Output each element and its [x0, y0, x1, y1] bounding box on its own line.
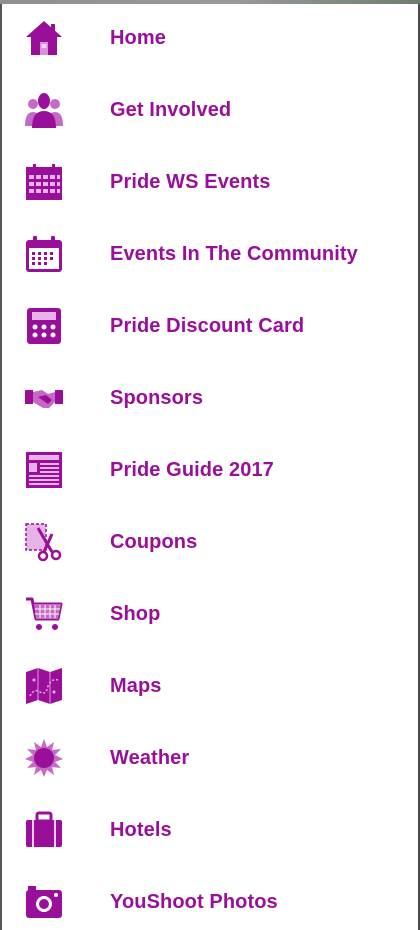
menu-item-label: Hotels: [110, 818, 172, 841]
menu-item-coupons[interactable]: Coupons: [2, 506, 418, 578]
menu-item-youshoot-photos[interactable]: YouShoot Photos: [2, 866, 418, 930]
home-icon: [24, 18, 64, 58]
main-menu: Home Get Involved Pride WS Events Events…: [2, 2, 418, 930]
menu-item-pride-ws-events[interactable]: Pride WS Events: [2, 146, 418, 218]
menu-item-get-involved[interactable]: Get Involved: [2, 74, 418, 146]
newspaper-icon: [24, 450, 64, 490]
menu-item-label: Maps: [110, 674, 162, 697]
menu-item-label: Pride Guide 2017: [110, 458, 274, 481]
people-icon: [24, 90, 64, 130]
handshake-icon: [24, 378, 64, 418]
camera-icon: [24, 882, 64, 922]
sun-icon: [24, 738, 64, 778]
menu-item-label: Events In The Community: [110, 242, 358, 265]
menu-item-shop[interactable]: Shop: [2, 578, 418, 650]
map-icon: [24, 666, 64, 706]
menu-item-label: Weather: [110, 746, 190, 769]
menu-item-events-community[interactable]: Events In The Community: [2, 218, 418, 290]
menu-item-label: Shop: [110, 602, 161, 625]
menu-item-label: Pride WS Events: [110, 170, 271, 193]
menu-item-hotels[interactable]: Hotels: [2, 794, 418, 866]
menu-item-label: Get Involved: [110, 98, 232, 121]
menu-item-discount-card[interactable]: Pride Discount Card: [2, 290, 418, 362]
menu-item-pride-guide[interactable]: Pride Guide 2017: [2, 434, 418, 506]
menu-item-label: Pride Discount Card: [110, 314, 305, 337]
suitcase-icon: [24, 810, 64, 850]
navigation-drawer: Home Get Involved Pride WS Events Events…: [0, 0, 420, 930]
menu-item-label: Home: [110, 26, 166, 49]
calendar-icon: [24, 234, 64, 274]
calculator-icon: [24, 306, 64, 346]
shopping-cart-icon: [24, 594, 64, 634]
menu-item-weather[interactable]: Weather: [2, 722, 418, 794]
calendar-grid-icon: [24, 162, 64, 202]
menu-item-label: YouShoot Photos: [110, 890, 278, 913]
menu-item-sponsors[interactable]: Sponsors: [2, 362, 418, 434]
menu-item-maps[interactable]: Maps: [2, 650, 418, 722]
menu-item-label: Coupons: [110, 530, 198, 553]
menu-item-home[interactable]: Home: [2, 2, 418, 74]
menu-item-label: Sponsors: [110, 386, 204, 409]
scissors-coupon-icon: [24, 522, 64, 562]
